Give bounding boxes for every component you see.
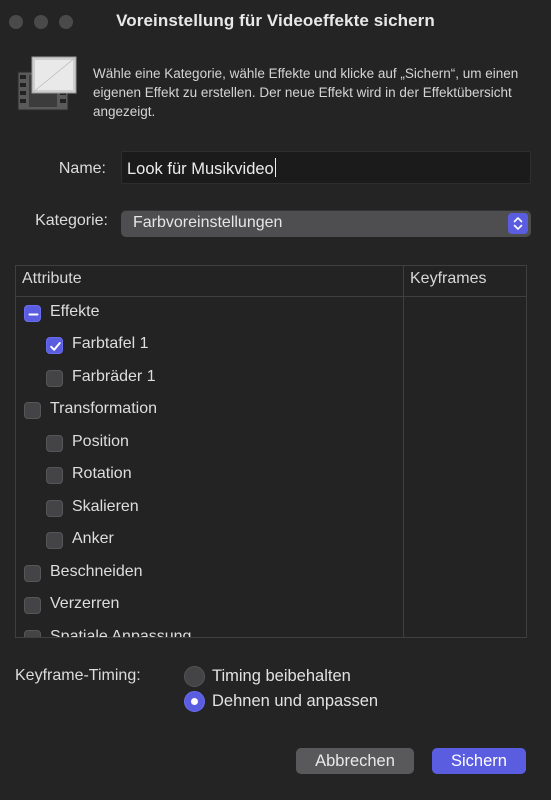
name-label: Name:: [58, 160, 106, 177]
row-label: Position: [72, 433, 129, 450]
radio-timing-beibehalten[interactable]: [184, 666, 205, 687]
row-label: Farbräder 1: [72, 368, 156, 385]
table-row: Anker: [16, 524, 403, 556]
table-row: Position: [16, 427, 403, 459]
attributes-table[interactable]: Attribute Keyframes Effekte Farbtafel 1 …: [15, 265, 527, 638]
radio-label[interactable]: Dehnen und anpassen: [212, 692, 378, 711]
table-header: Attribute Keyframes: [16, 266, 526, 297]
column-divider: [403, 266, 404, 637]
checkbox-skalieren[interactable]: [46, 500, 63, 517]
text-cursor: [274, 158, 276, 177]
checkbox-farbtafel-1[interactable]: [46, 337, 63, 354]
table-row: Verzerren: [16, 589, 403, 621]
row-label: Spatiale Anpassung: [50, 628, 192, 638]
row-label: Skalieren: [72, 498, 139, 515]
checkbox-effekte[interactable]: [24, 305, 41, 322]
table-row: Beschneiden: [16, 557, 403, 589]
category-select-value: Farbvoreinstellungen: [133, 214, 283, 231]
checkbox-beschneiden[interactable]: [24, 565, 41, 582]
checkbox-anker[interactable]: [46, 532, 63, 549]
column-header-keyframes[interactable]: Keyframes: [410, 270, 486, 288]
table-row: Effekte: [16, 297, 403, 329]
keyframe-timing-label: Keyframe-Timing:: [15, 667, 141, 684]
window-title: Voreinstellung für Videoeffekte sichern: [116, 11, 435, 30]
category-label: Kategorie:: [35, 212, 108, 229]
row-label: Effekte: [50, 303, 100, 320]
checkbox-spatiale-anpassung[interactable]: [24, 630, 41, 637]
checkbox-rotation[interactable]: [46, 467, 63, 484]
name-input[interactable]: Look für Musikvideo: [121, 151, 531, 184]
table-row: Farbtafel 1: [16, 329, 403, 361]
table-row: Skalieren: [16, 492, 403, 524]
checkbox-position[interactable]: [46, 435, 63, 452]
cancel-button[interactable]: Abbrechen: [296, 748, 414, 774]
row-label: Anker: [72, 530, 114, 547]
checkbox-verzerren[interactable]: [24, 597, 41, 614]
row-label: Verzerren: [50, 595, 120, 612]
chevron-up-down-icon: [508, 213, 528, 234]
column-header-attribute[interactable]: Attribute: [22, 270, 82, 288]
checkbox-transformation[interactable]: [24, 402, 41, 419]
row-label: Rotation: [72, 465, 132, 482]
row-label: Beschneiden: [50, 563, 143, 580]
title-bar: Voreinstellung für Videoeffekte sichern: [0, 0, 551, 44]
table-row: Farbräder 1: [16, 362, 403, 394]
radio-label[interactable]: Timing beibehalten: [212, 667, 351, 686]
table-row: Rotation: [16, 459, 403, 491]
category-select[interactable]: Farbvoreinstellungen: [121, 210, 531, 237]
row-label: Farbtafel 1: [72, 335, 149, 352]
dialog-description: Wähle eine Kategorie, wähle Effekte und …: [93, 66, 519, 119]
row-label: Transformation: [50, 400, 157, 417]
save-button[interactable]: Sichern: [432, 748, 526, 774]
radio-dehnen-und-anpassen[interactable]: [184, 691, 205, 712]
checkbox-farbraeder-1[interactable]: [46, 370, 63, 387]
table-row: Transformation: [16, 394, 403, 426]
radio-selected-dot: [191, 698, 198, 705]
table-row: Spatiale Anpassung: [16, 622, 403, 638]
name-input-value: Look für Musikvideo: [127, 160, 274, 178]
film-effect-icon: [16, 56, 78, 112]
